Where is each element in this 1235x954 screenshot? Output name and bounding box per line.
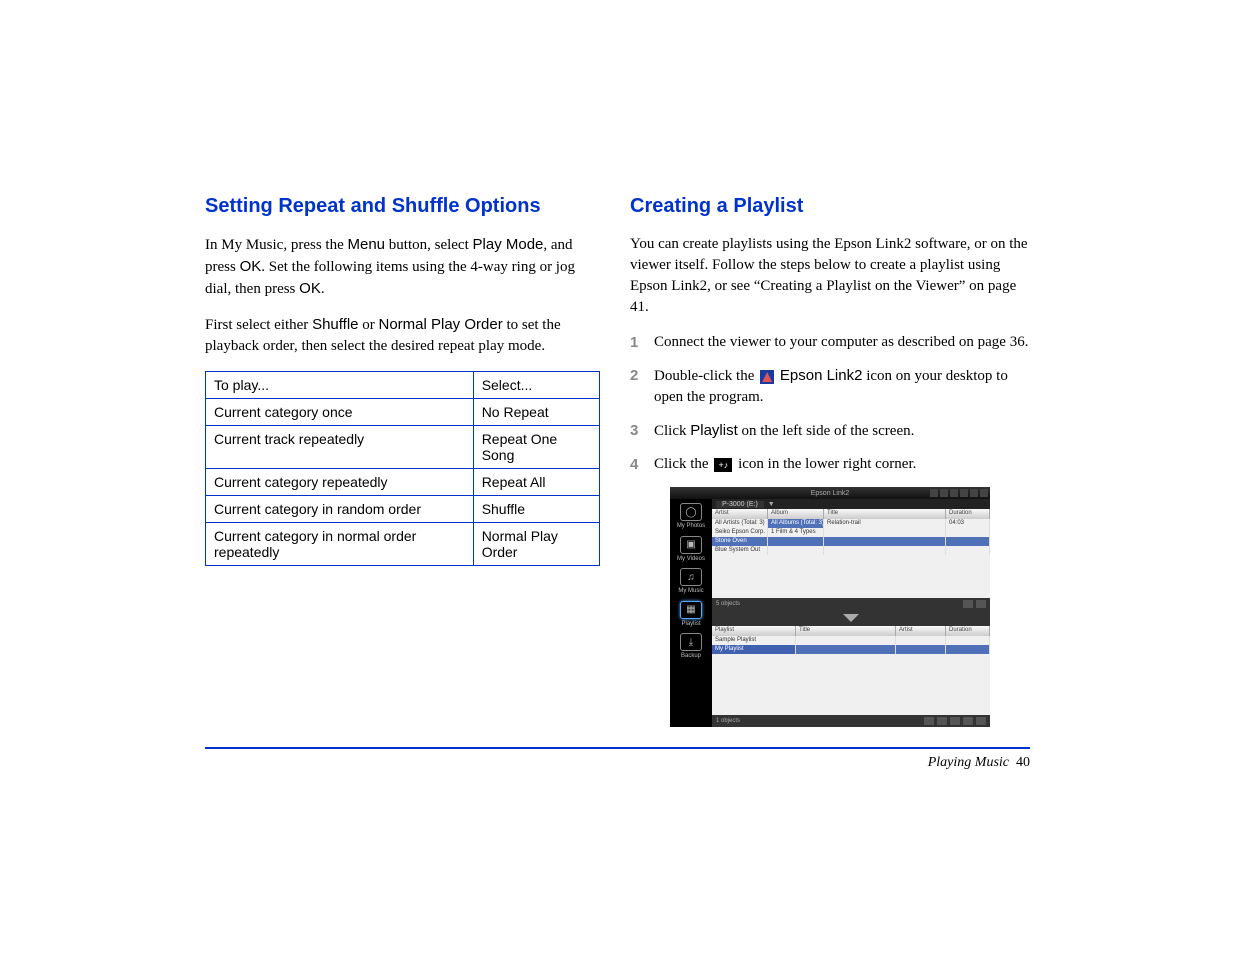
heading-repeat-shuffle: Setting Repeat and Shuffle Options <box>205 195 600 218</box>
table-header-select: Select... <box>473 372 599 399</box>
table-row: Current category repeatedlyRepeat All <box>206 469 600 496</box>
page-content: Setting Repeat and Shuffle Options In My… <box>205 195 1030 771</box>
para-shuffle-order: First select either Shuffle or Normal Pl… <box>205 314 600 357</box>
ui-label-normal-order: Normal Play Order <box>379 316 503 333</box>
right-column: Creating a Playlist You can create playl… <box>630 195 1030 727</box>
list-item: Seiko Epson Corp.1 Film & 4 Types <box>712 528 990 537</box>
text: . Set the following items using the 4-wa… <box>205 259 575 297</box>
window-controls <box>930 489 988 497</box>
text: on the left side of the screen. <box>738 423 915 439</box>
step-1: Connect the viewer to your computer as d… <box>630 332 1030 353</box>
col-title[interactable]: Title <box>796 626 896 636</box>
lower-status-bar: 1 objects <box>712 715 990 727</box>
list-item: All Artists (Total: 3)All Albums (Total:… <box>712 519 990 528</box>
list-item: Sample Playlist <box>712 636 990 645</box>
text: Double-click the <box>654 368 758 384</box>
playlist-icon: ▦ <box>680 601 702 619</box>
action-icon[interactable] <box>976 717 986 725</box>
text: icon in the lower right corner. <box>734 456 916 472</box>
footer-rule <box>205 747 1030 749</box>
ui-label-ok: OK <box>240 258 262 275</box>
sidebar-item-playlist[interactable]: ▦Playlist <box>673 601 709 628</box>
list-item: Blue System Out <box>712 546 990 555</box>
text: button, select <box>385 237 472 253</box>
status-text: 1 objects <box>716 718 740 724</box>
text: Click the <box>654 456 712 472</box>
dropdown-icon[interactable]: ▼ <box>768 501 775 508</box>
sidebar-item-photos[interactable]: ◯My Photos <box>673 503 709 530</box>
arrow-down-icon <box>843 614 859 622</box>
page-number: 40 <box>1016 755 1030 770</box>
text: . <box>321 281 325 297</box>
sidebar-item-backup[interactable]: ⤓Backup <box>673 633 709 660</box>
page-footer: Playing Music 40 <box>205 755 1030 771</box>
ui-label-shuffle: Shuffle <box>312 316 358 333</box>
music-icon: ♫ <box>680 568 702 586</box>
step-3: Click Playlist on the left side of the s… <box>630 420 1030 442</box>
drive-selector[interactable]: P-3000 (E:) <box>716 501 764 508</box>
ui-label-menu: Menu <box>348 236 386 253</box>
action-icon[interactable] <box>937 717 947 725</box>
action-icon[interactable] <box>963 717 973 725</box>
add-playlist-icon: +♪ <box>714 458 732 472</box>
sidebar-item-music[interactable]: ♫My Music <box>673 568 709 595</box>
backup-icon: ⤓ <box>680 633 702 651</box>
text: Click <box>654 423 690 439</box>
col-album[interactable]: Album <box>768 509 824 519</box>
col-duration[interactable]: Duration <box>946 509 990 519</box>
epson-link2-screenshot: Epson Link2 ◯My Photos ▣My Videos ♫My Mu… <box>670 487 990 727</box>
text: In My Music, press the <box>205 237 348 253</box>
ui-label-playlist: Playlist <box>690 422 738 439</box>
step-4: Click the +♪ icon in the lower right cor… <box>630 454 1030 475</box>
text: First select either <box>205 317 312 333</box>
upper-status-bar: 5 objects <box>712 598 990 610</box>
upper-grid-header: Artist Album Title Duration <box>712 509 990 519</box>
col-playlist[interactable]: Playlist <box>712 626 796 636</box>
table-row: Current track repeatedlyRepeat One Song <box>206 426 600 469</box>
app-toolbar: P-3000 (E:) ▼ <box>712 499 990 509</box>
ui-label-epson-link2: Epson Link2 <box>780 367 863 384</box>
upper-grid-body[interactable]: All Artists (Total: 3)All Albums (Total:… <box>712 519 990 598</box>
lower-grid-body[interactable]: Sample Playlist My Playlist <box>712 636 990 715</box>
col-artist[interactable]: Artist <box>896 626 946 636</box>
app-sidebar: ◯My Photos ▣My Videos ♫My Music ▦Playlis… <box>670 499 712 727</box>
col-title[interactable]: Title <box>824 509 946 519</box>
left-column: Setting Repeat and Shuffle Options In My… <box>205 195 600 727</box>
footer-section: Playing Music <box>928 755 1009 770</box>
table-row: Current category in random orderShuffle <box>206 496 600 523</box>
col-duration[interactable]: Duration <box>946 626 990 636</box>
para-playmode-intro: In My Music, press the Menu button, sele… <box>205 234 600 300</box>
delete-icon[interactable] <box>963 600 973 608</box>
steps-list: Connect the viewer to your computer as d… <box>630 332 1030 475</box>
table-header-toplay: To play... <box>206 372 474 399</box>
list-item: Stone Oven <box>712 537 990 546</box>
list-item: My Playlist <box>712 645 990 654</box>
action-icon[interactable] <box>976 600 986 608</box>
transfer-arrow <box>712 610 990 626</box>
ui-label-ok: OK <box>299 280 321 297</box>
col-artist[interactable]: Artist <box>712 509 768 519</box>
text: or <box>359 317 379 333</box>
repeat-options-table: To play... Select... Current category on… <box>205 371 600 566</box>
table-row: Current category onceNo Repeat <box>206 399 600 426</box>
window-title: Epson Link2 <box>811 490 850 497</box>
sidebar-item-videos[interactable]: ▣My Videos <box>673 536 709 563</box>
ui-label-playmode: Play Mode <box>473 236 544 253</box>
para-playlist-intro: You can create playlists using the Epson… <box>630 234 1030 318</box>
step-2: Double-click the Epson Link2 icon on you… <box>630 365 1030 408</box>
epson-link2-icon <box>760 370 774 384</box>
lower-grid-header: Playlist Title Artist Duration <box>712 626 990 636</box>
heading-creating-playlist: Creating a Playlist <box>630 195 1030 218</box>
status-text: 5 objects <box>716 601 740 607</box>
add-playlist-icon[interactable] <box>924 717 934 725</box>
camera-icon: ◯ <box>680 503 702 521</box>
video-icon: ▣ <box>680 536 702 554</box>
window-titlebar: Epson Link2 <box>670 487 990 499</box>
table-row: Current category in normal order repeate… <box>206 523 600 566</box>
action-icon[interactable] <box>950 717 960 725</box>
